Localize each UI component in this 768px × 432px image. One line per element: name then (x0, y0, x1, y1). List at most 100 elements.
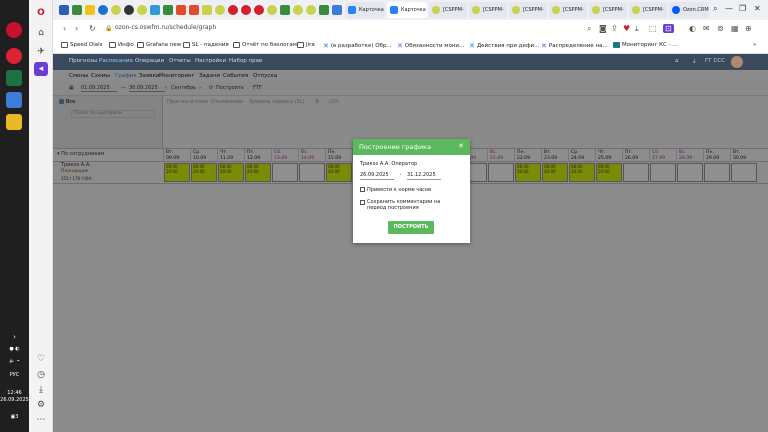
bookmark-duties[interactable]: ✕ Обязанности мони... (397, 42, 464, 50)
sub-schemes[interactable]: Схемы (91, 73, 110, 79)
tab-favicon[interactable] (85, 5, 95, 15)
tab-favicon[interactable] (111, 5, 121, 15)
back-icon[interactable]: ‹ (63, 24, 66, 33)
checkbox-all[interactable] (59, 99, 64, 104)
download-app-icon[interactable]: ⤓ (693, 58, 695, 65)
nav-operations[interactable]: Операции (135, 58, 164, 64)
camera-icon[interactable]: ◙ (599, 24, 607, 33)
keep-comments-checkbox[interactable] (360, 200, 365, 205)
tab-favicon[interactable] (189, 5, 199, 15)
aria-icon[interactable]: ◂ (34, 62, 48, 76)
tab-favicon[interactable] (306, 5, 316, 15)
tray-icons[interactable]: ● ◐ (0, 346, 29, 352)
more-icon[interactable]: ⋯ (34, 413, 48, 427)
bookmark-speed-dials[interactable]: Speed Dials (61, 42, 103, 48)
tab-favicon[interactable] (254, 5, 264, 15)
shift-cell[interactable]: 08:0020:00 (218, 163, 244, 182)
tab-deviation[interactable]: Отклонение (211, 99, 243, 105)
calendar-icon[interactable]: ▦ (69, 85, 74, 91)
tab-karto-2[interactable]: Карточка (387, 2, 427, 18)
sub-shifts[interactable]: Смены (69, 73, 88, 79)
search-tabs-icon[interactable]: ⌕ (713, 4, 717, 14)
tab-ozon-crm[interactable]: Ozon.CRM (669, 2, 709, 18)
opera-taskbar-icon[interactable] (6, 22, 22, 38)
shift-cell[interactable]: 08:0020:00 (326, 163, 352, 182)
maximize-icon[interactable]: ❐ (739, 4, 746, 13)
tab-favicon[interactable] (267, 5, 277, 15)
tab-csppm-1[interactable]: [CSPPM- (429, 2, 467, 18)
zoom-icon[interactable]: ⌕ (587, 24, 591, 34)
tab-count[interactable]: (20) (329, 99, 339, 105)
settings-icon[interactable]: ⚙ (34, 398, 48, 412)
ext-2-icon[interactable]: ✉ (703, 24, 710, 33)
sub-events[interactable]: События (223, 73, 248, 79)
build-button[interactable]: ПОСТРОИТЬ (388, 221, 434, 234)
month-label[interactable]: Сентябрь (171, 85, 196, 91)
tab-csppm-2[interactable]: [CSPPM- (469, 2, 507, 18)
tab-favicon[interactable] (280, 5, 290, 15)
tab-csppm-5[interactable]: [CSPPM- (589, 2, 627, 18)
download-icon[interactable]: ⤓ (34, 383, 48, 397)
clock-date[interactable]: 26.09.2025 (0, 397, 29, 403)
heart-bookmark-icon[interactable]: ♥ (623, 24, 630, 33)
nav-forecasts[interactable]: Прогнозы (69, 58, 97, 64)
employee-name[interactable]: Трикоз А.А. (61, 162, 91, 168)
tab-favicon[interactable] (98, 5, 108, 15)
sub-graph[interactable]: График (115, 73, 137, 79)
close-window-icon[interactable]: ✕ (754, 4, 761, 13)
tab-f[interactable]: Ф (315, 99, 319, 105)
nav-rights[interactable]: Набор прав (229, 58, 262, 64)
date-from-input[interactable]: 01.09.2025 (81, 85, 117, 92)
shift-cell[interactable] (677, 163, 703, 182)
extensions-icon[interactable]: ⊡ (663, 24, 674, 33)
shift-cell[interactable]: 08:0020:00 (245, 163, 271, 182)
criteria-search-input[interactable]: Поиск по критериям (71, 110, 155, 118)
excel-taskbar-icon[interactable] (6, 70, 22, 86)
folder-taskbar-icon[interactable] (6, 114, 22, 130)
bookmark-actions[interactable]: ✕ Действия при дефи... (469, 42, 539, 50)
tray-chevron-icon[interactable]: › (0, 333, 29, 341)
bookmark-backlog[interactable]: Отчёт по бэклогам (233, 42, 297, 48)
tab-favicon[interactable] (332, 5, 342, 15)
tab-favicon[interactable] (176, 5, 186, 15)
shift-cell[interactable] (704, 163, 730, 182)
tab-csppm-6[interactable]: [CSPPM- (629, 2, 667, 18)
reload-icon[interactable]: ↻ (89, 24, 96, 33)
shift-cell[interactable] (650, 163, 676, 182)
close-icon[interactable]: ✕ (458, 142, 464, 150)
tab-favicon[interactable] (293, 5, 303, 15)
prev-month-icon[interactable]: ‹ (165, 85, 167, 91)
bookmark-info[interactable]: Инфо (109, 42, 134, 48)
tab-csppm-4[interactable]: [CSPPM- (549, 2, 587, 18)
vpn-icon[interactable]: ⬚ (649, 24, 657, 33)
shift-cell[interactable] (299, 163, 325, 182)
norm-hours-checkbox[interactable] (360, 187, 365, 192)
bookmark-monitoring[interactable]: Мониторинг КС - ... (613, 42, 678, 48)
sub-requests[interactable]: Заявки (139, 73, 159, 79)
tab-favicon[interactable] (137, 5, 147, 15)
shift-cell[interactable] (272, 163, 298, 182)
tab-favicon[interactable] (241, 5, 251, 15)
bookmark-jira[interactable]: Jira (297, 42, 315, 48)
history-icon[interactable]: ◷ (34, 368, 48, 382)
forward-icon[interactable]: › (75, 24, 78, 33)
tab-favicon[interactable] (319, 5, 329, 15)
norm-hours-option[interactable]: Привести к норме часов (360, 187, 463, 193)
tab-favicon[interactable] (59, 5, 69, 15)
home-app-icon[interactable]: ⌂ (675, 58, 679, 64)
bookmarks-more-icon[interactable]: » (753, 42, 756, 48)
bookmark-dev[interactable]: ✕ (в разработке) Обр... (323, 42, 392, 50)
shift-cell[interactable]: 08:0020:00 (191, 163, 217, 182)
tab-favicon[interactable] (150, 5, 160, 15)
tab-favicon[interactable] (215, 5, 225, 15)
tab-favicon[interactable] (124, 5, 134, 15)
ext-3-icon[interactable]: ⊚ (717, 24, 724, 33)
sub-vacations[interactable]: Отпуска (253, 73, 277, 79)
app-taskbar-icon[interactable] (6, 48, 22, 64)
shift-cell[interactable] (488, 163, 514, 182)
modal-date-from[interactable]: 26.09.2025 (360, 172, 394, 180)
nav-settings[interactable]: Настройки (195, 58, 226, 64)
rocket-icon[interactable]: ✈ (34, 45, 48, 59)
shift-cell[interactable]: 08:0020:00 (164, 163, 190, 182)
shift-cell[interactable]: 08:0020:00 (542, 163, 568, 182)
